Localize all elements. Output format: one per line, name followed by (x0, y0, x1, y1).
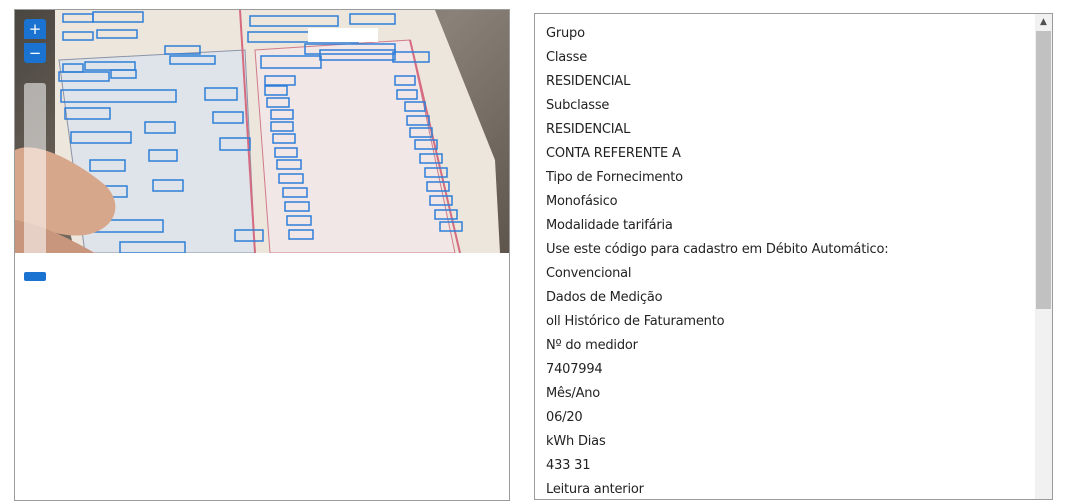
vertical-scrollbar[interactable]: ▲ (1035, 14, 1052, 499)
document-photo (15, 10, 509, 253)
ocr-line: RESIDENCIAL (546, 74, 631, 89)
ocr-line: CONTA REFERENTE A (546, 146, 681, 161)
ocr-line: Modalidade tarifária (546, 218, 673, 233)
ocr-line: Nº do medidor (546, 338, 638, 353)
zoom-in-button[interactable]: + (24, 19, 46, 39)
zoom-slider-handle[interactable] (24, 272, 46, 281)
ocr-line: Subclasse (546, 98, 610, 113)
ocr-line: 433 31 (546, 458, 591, 473)
ocr-line: Monofásico (546, 194, 618, 209)
ocr-line: Classe (546, 50, 587, 65)
scrollbar-thumb[interactable] (1036, 31, 1051, 309)
ocr-line: Dados de Medição (546, 290, 663, 305)
zoom-slider-track[interactable] (24, 83, 46, 273)
ocr-line: 7407994 (546, 362, 603, 377)
ocr-line: RESIDENCIAL (546, 122, 631, 137)
ocr-line: Use este código para cadastro em Débito … (546, 242, 889, 257)
document-photo-drawing (15, 10, 500, 253)
ocr-line: Convencional (546, 266, 632, 281)
ocr-line: Leitura anterior (546, 482, 644, 497)
image-viewer[interactable]: + − (14, 9, 510, 501)
zoom-out-button[interactable]: − (24, 43, 46, 63)
ocr-text-panel[interactable]: Grupo Classe RESIDENCIAL Subclasse RESID… (534, 13, 1053, 500)
ocr-line: Mês/Ano (546, 386, 601, 401)
ocr-line: kWh Dias (546, 434, 606, 449)
chevron-up-icon[interactable]: ▲ (1035, 14, 1052, 31)
ocr-line: 06/20 (546, 410, 583, 425)
ocr-line: Grupo (546, 26, 585, 41)
ocr-line: Tipo de Fornecimento (546, 170, 683, 185)
redaction-patch (308, 28, 378, 42)
ocr-text-list: Grupo Classe RESIDENCIAL Subclasse RESID… (546, 22, 889, 499)
ocr-line: oll Histórico de Faturamento (546, 314, 725, 329)
